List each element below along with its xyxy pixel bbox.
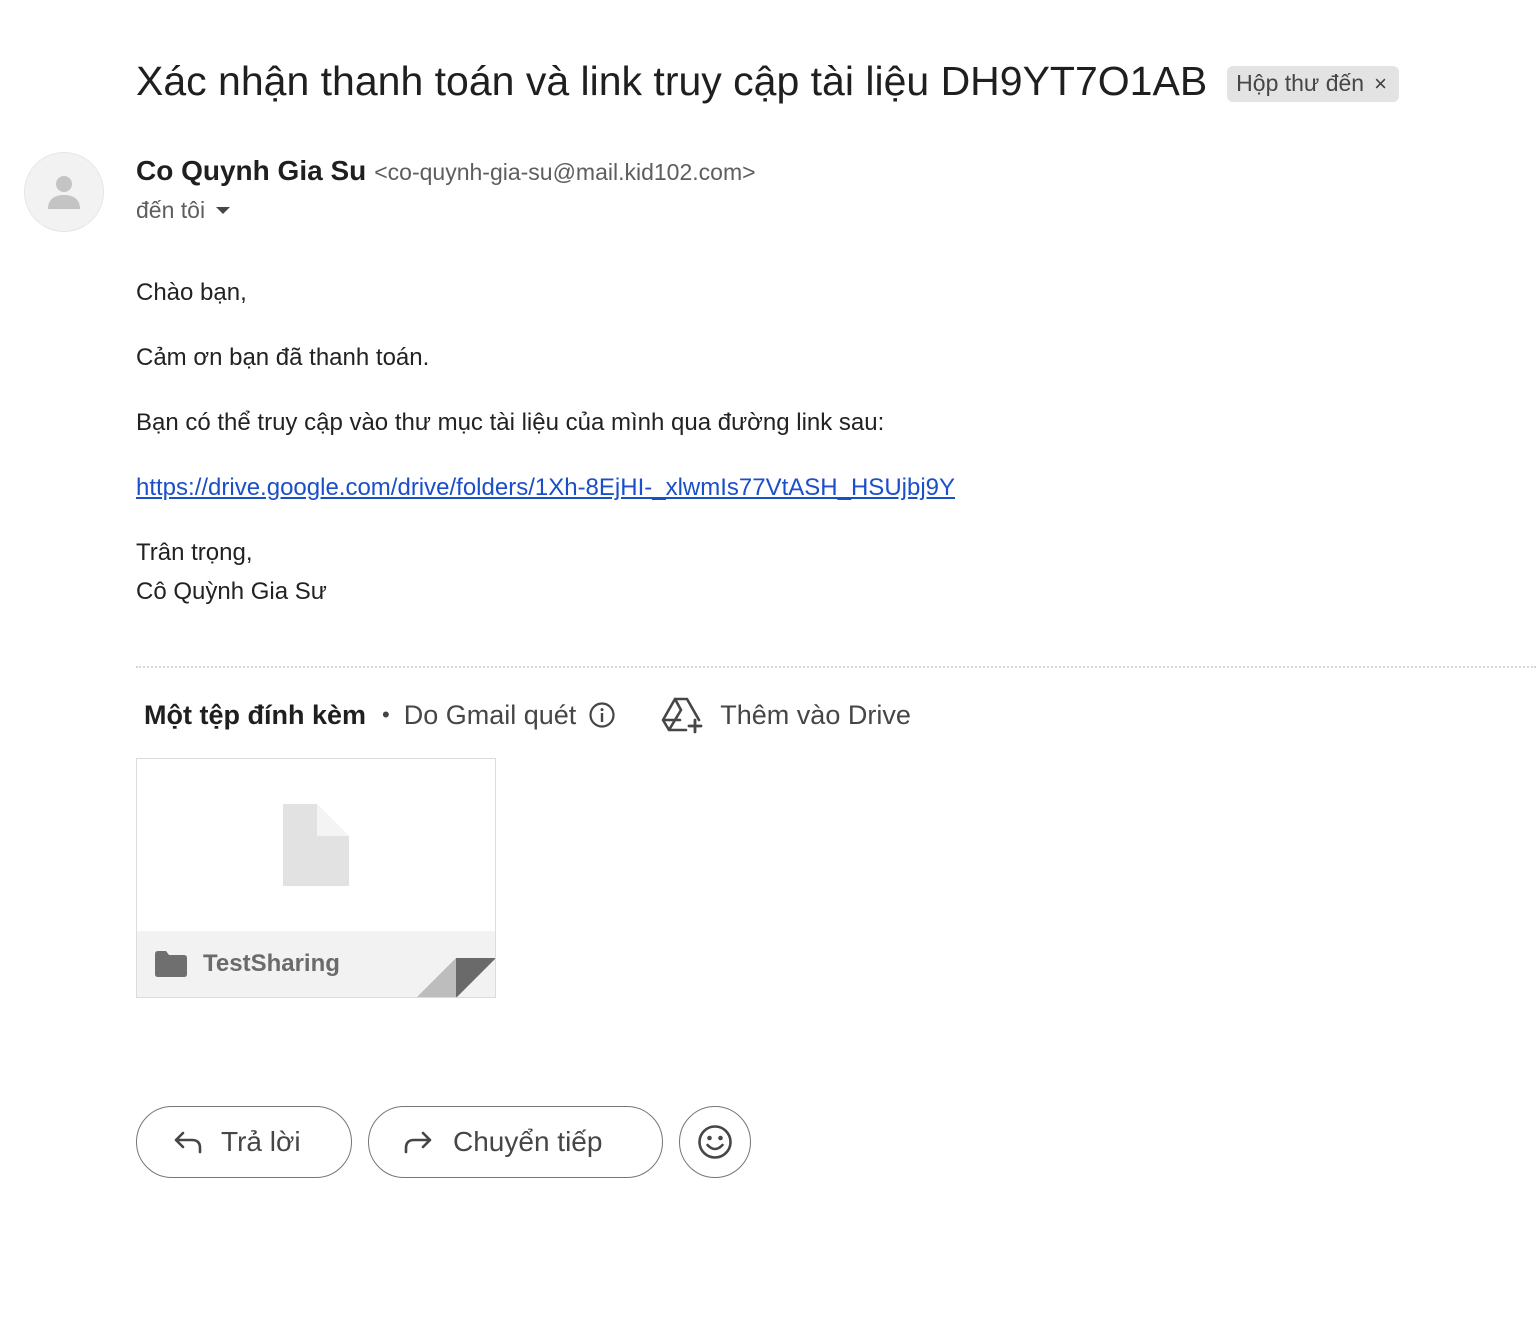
person-icon (48, 176, 80, 209)
drive-folder-link[interactable]: https://drive.google.com/drive/folders/1… (136, 474, 955, 502)
scan-status: Do Gmail quét (403, 699, 577, 730)
forward-button[interactable]: Chuyển tiếp (368, 1106, 663, 1178)
forward-icon (404, 1131, 432, 1154)
add-to-drive-icon (661, 697, 703, 734)
email-subject: Xác nhận thanh toán và link truy cập tài… (136, 58, 1208, 104)
body-instruction: Bạn có thể truy cập vào thư mục tài liệu… (136, 409, 885, 436)
body-closing: Trân trọng, (136, 539, 253, 566)
sender-avatar[interactable] (24, 152, 104, 232)
attachment-preview (137, 759, 495, 932)
page-fold-corner (417, 958, 495, 997)
body-greeting: Chào bạn, (136, 279, 247, 306)
info-icon[interactable] (588, 701, 616, 729)
inbox-label-chip[interactable]: Hộp thư đến × (1227, 65, 1399, 102)
forward-label: Chuyển tiếp (453, 1126, 603, 1157)
add-to-drive-button[interactable]: Thêm vào Drive (660, 696, 911, 734)
inbox-label-text: Hộp thư đến (1236, 70, 1365, 96)
file-icon (283, 804, 349, 886)
attachments-header: Một tệp đính kèm • Do Gmail quét Thêm và… (144, 695, 911, 735)
recipient-details-toggle[interactable]: đến tôi (136, 197, 231, 224)
caret-down-icon[interactable] (215, 206, 231, 216)
recipient-text: đến tôi (136, 197, 206, 223)
sender-email: <co-quynh-gia-su@mail.kid102.com> (374, 159, 756, 185)
reply-icon (174, 1131, 202, 1154)
add-to-drive-label: Thêm vào Drive (720, 699, 911, 730)
remove-label-close-icon[interactable]: × (1374, 72, 1387, 95)
attachment-count: Một tệp đính kèm (144, 699, 366, 730)
emoji-reaction-button[interactable] (679, 1106, 751, 1178)
attachment-name: TestSharing (203, 950, 340, 977)
sender-name[interactable]: Co Quynh Gia Su (136, 155, 366, 187)
reply-label: Trả lời (221, 1126, 301, 1157)
subject-row: Xác nhận thanh toán và link truy cập tài… (136, 58, 1399, 105)
emoji-icon (698, 1125, 732, 1159)
attachments-divider (136, 666, 1536, 668)
sender-row: Co Quynh Gia Su <co-quynh-gia-su@mail.ki… (136, 155, 756, 187)
attachment-separator: • (382, 702, 390, 727)
attachment-card[interactable]: TestSharing (136, 758, 496, 998)
reply-button[interactable]: Trả lời (136, 1106, 352, 1178)
body-thanks: Cảm ơn bạn đã thanh toán. (136, 344, 430, 371)
folder-icon (155, 951, 187, 977)
body-signature: Cô Quỳnh Gia Sư (136, 578, 327, 605)
